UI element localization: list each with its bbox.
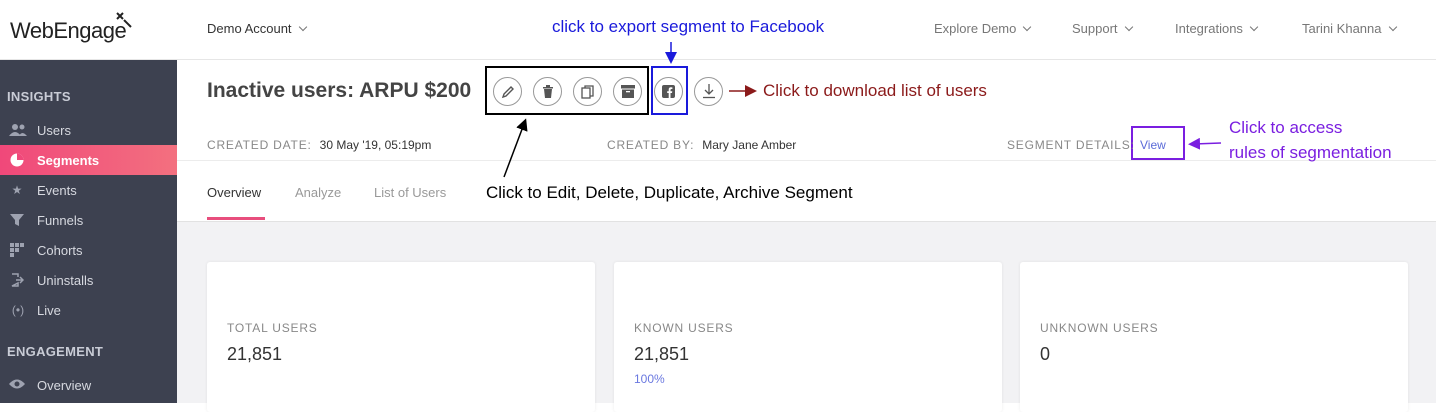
annotation-edit-actions: Click to Edit, Delete, Duplicate, Archiv…	[486, 183, 853, 202]
annotation-rules-line2: rules of segmentation	[1229, 143, 1392, 162]
annotation-download: Click to download list of users	[763, 81, 987, 100]
annotation-export-facebook: click to export segment to Facebook	[552, 17, 825, 36]
annotation-rules-line1: Click to access	[1229, 118, 1343, 137]
